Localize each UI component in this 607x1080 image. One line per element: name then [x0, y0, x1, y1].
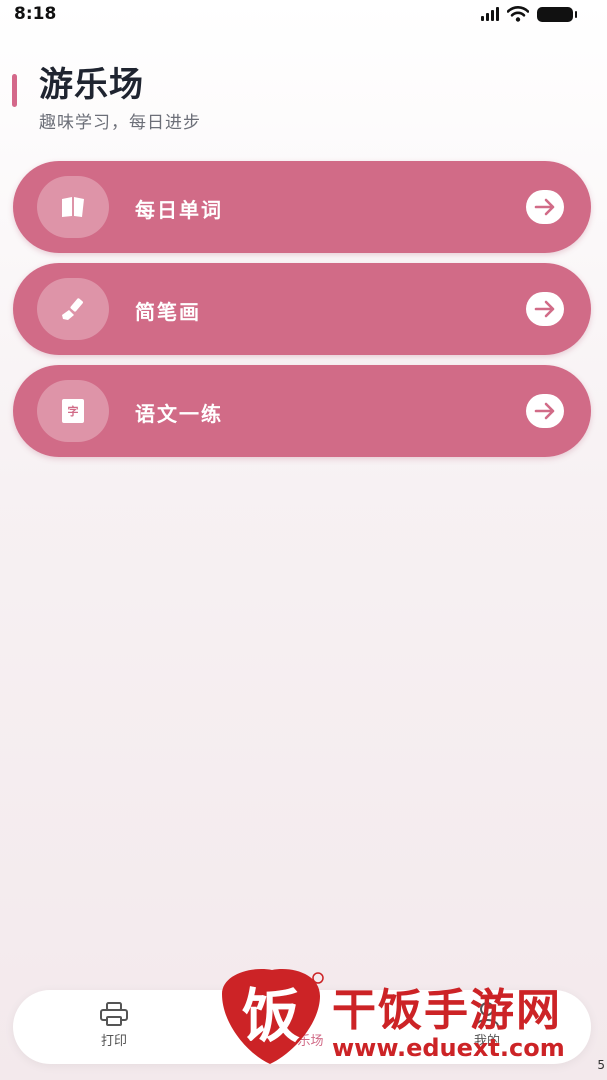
page-title: 游乐场 [39, 65, 144, 105]
character-icon: 字 [62, 399, 84, 423]
wifi-icon [507, 6, 529, 22]
printer-icon [100, 1002, 128, 1026]
corner-number: 5 [597, 1058, 605, 1072]
simple-drawing-label: 简笔画 [135, 300, 201, 324]
watermark-logo: 饭 [222, 969, 324, 1064]
arrow-right-icon [534, 300, 555, 318]
status-icons [481, 6, 577, 22]
watermark-url: www.eduext.com [332, 1034, 565, 1062]
character-icon-text: 字 [67, 405, 79, 418]
status-time: 8:18 [14, 4, 57, 24]
watermark-logo-text: 饭 [242, 982, 300, 1050]
cellular-signal-icon [481, 7, 499, 21]
simple-drawing-arrow-button[interactable] [526, 292, 564, 326]
chinese-practice-label: 语文一练 [135, 402, 223, 426]
status-bar: 8:18 [0, 0, 607, 30]
daily-words-card[interactable]: 每日单词 [13, 161, 591, 253]
watermark: 饭 干饭手游网 www.eduext.com [212, 964, 584, 1068]
battery-icon [537, 6, 577, 22]
daily-words-arrow-button[interactable] [526, 190, 564, 224]
chinese-practice-card[interactable]: 字 语文一练 [13, 365, 591, 457]
chinese-practice-arrow-button[interactable] [526, 394, 564, 428]
page-subtitle: 趣味学习，每日进步 [39, 113, 201, 133]
watermark-title: 干饭手游网 [332, 985, 562, 1036]
page-header: 游乐场 趣味学习，每日进步 [0, 55, 607, 145]
arrow-right-icon [534, 198, 555, 216]
daily-words-label: 每日单词 [135, 198, 223, 222]
brush-icon [62, 298, 83, 320]
tab-print[interactable]: 打印 [54, 1000, 174, 1056]
arrow-right-icon [534, 402, 555, 420]
daily-words-icon-badge [37, 176, 109, 238]
chinese-practice-icon-badge: 字 [37, 380, 109, 442]
tab-print-label: 打印 [100, 1034, 127, 1049]
book-icon [62, 197, 84, 217]
title-accent-bar [12, 74, 17, 107]
simple-drawing-icon-badge [37, 278, 109, 340]
simple-drawing-card[interactable]: 简笔画 [13, 263, 591, 355]
